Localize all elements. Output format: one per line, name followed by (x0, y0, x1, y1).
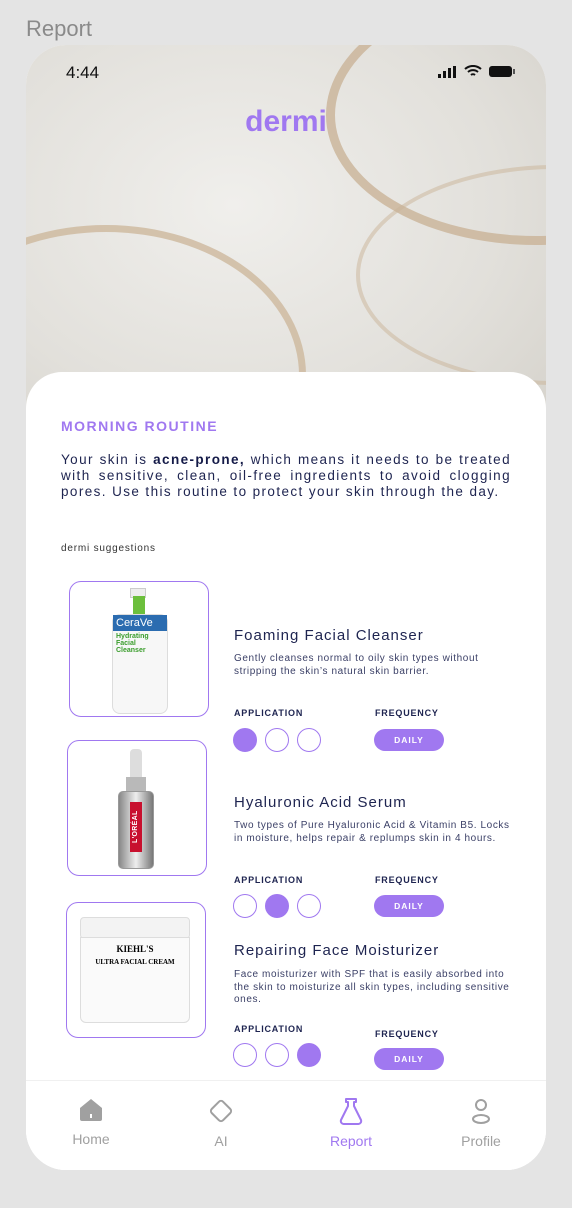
diamond-icon (209, 1099, 233, 1123)
nav-item-report[interactable]: Report (286, 1081, 416, 1170)
product-name: Foaming Facial Cleanser (234, 627, 424, 644)
signal-icon (438, 65, 456, 78)
application-indicator (233, 1043, 321, 1067)
phone-screen: 4:44 dermi MORNING ROUTINE Your skin is … (26, 45, 546, 1170)
product-image: KIEHL'S ULTRA FACIAL CREAM (66, 902, 206, 1038)
step-dot (233, 894, 257, 918)
product-image-brand: KIEHL'S (116, 944, 154, 954)
nav-label: Profile (461, 1133, 501, 1149)
nav-item-home[interactable]: Home (26, 1081, 156, 1170)
product-image-brand: CeraVe (113, 615, 167, 631)
step-dot (265, 1043, 289, 1067)
suggestions-label: dermi suggestions (61, 543, 156, 554)
product-description: Face moisturizer with SPF that is easily… (234, 969, 510, 1005)
status-time: 4:44 (66, 63, 100, 82)
step-dot (233, 728, 257, 752)
step-dot (297, 894, 321, 918)
nav-item-profile[interactable]: Profile (416, 1081, 546, 1170)
person-icon (472, 1099, 490, 1124)
brand-logo: dermi (245, 105, 327, 138)
nav-label: Report (329, 1133, 373, 1149)
frequency-badge: DAILY (374, 1048, 444, 1070)
product-image-brand: L'ORÉAL (132, 810, 139, 844)
application-indicator (233, 894, 321, 918)
flask-icon (339, 1098, 363, 1125)
product-description: Two types of Pure Hyaluronic Acid & Vita… (234, 820, 510, 844)
battery-icon (489, 66, 515, 77)
product-name: Hyaluronic Acid Serum (234, 794, 407, 811)
nav-label: AI (214, 1133, 228, 1149)
step-dot (297, 728, 321, 752)
product-image: L'ORÉAL (67, 740, 207, 876)
nav-item-ai[interactable]: AI (156, 1081, 286, 1170)
product-image-text: Hydrating Facial Cleanser (116, 633, 149, 654)
product-description: Gently cleanses normal to oily skin type… (234, 653, 479, 677)
frequency-badge: DAILY (374, 729, 444, 751)
bottom-nav: Home AI Report Profile (26, 1080, 546, 1170)
section-title: MORNING ROUTINE (61, 418, 219, 434)
frame-label: Report (26, 16, 93, 41)
wifi-icon (464, 65, 482, 76)
home-icon (80, 1099, 102, 1121)
frequency-label: FREQUENCY (375, 875, 439, 885)
step-dot (265, 728, 289, 752)
application-label: APPLICATION (234, 708, 304, 718)
skin-description: Your skin is acne-prone, which means it … (61, 452, 511, 499)
application-label: APPLICATION (234, 875, 304, 885)
application-label: APPLICATION (234, 1024, 304, 1034)
product-image-text: ULTRA FACIAL CREAM (95, 958, 175, 966)
frequency-label: FREQUENCY (375, 708, 439, 718)
product-image: CeraVe Hydrating Facial Cleanser (69, 581, 209, 717)
status-icons (438, 65, 516, 78)
step-dot (233, 1043, 257, 1067)
nav-label: Home (72, 1131, 110, 1147)
application-indicator (233, 728, 321, 752)
frequency-label: FREQUENCY (375, 1029, 439, 1039)
step-dot (297, 1043, 321, 1067)
frequency-badge: DAILY (374, 895, 444, 917)
product-name: Repairing Face Moisturizer (234, 942, 440, 959)
step-dot (265, 894, 289, 918)
